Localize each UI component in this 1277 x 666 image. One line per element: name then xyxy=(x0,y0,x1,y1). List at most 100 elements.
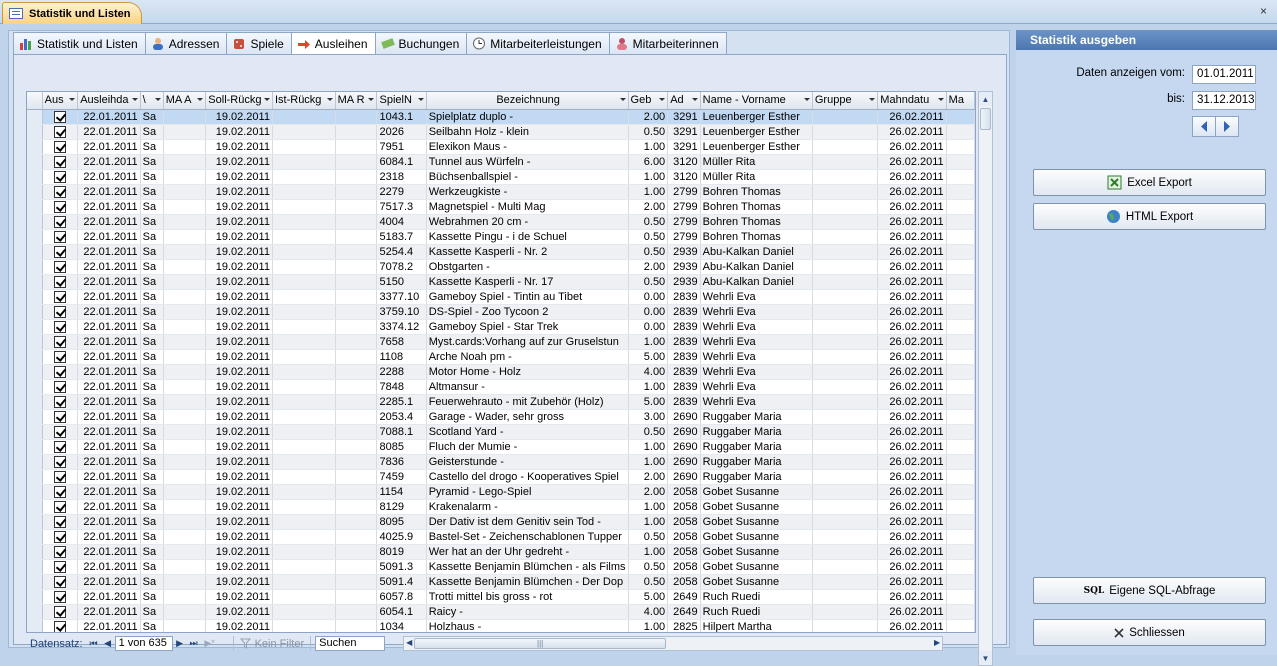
table-row[interactable]: 22.01.2011 Sa 19.02.2011 7951 Elexikon Maus … xyxy=(27,139,975,155)
checkbox[interactable] xyxy=(53,395,66,408)
scroll-up-icon[interactable]: ▲ xyxy=(979,92,992,106)
checkbox[interactable] xyxy=(53,620,66,632)
table-row[interactable]: 22.01.2011 Sa 19.02.2011 7078.2 Obstgarten -… xyxy=(27,259,975,275)
vertical-scrollbar[interactable]: ▲ ▼ xyxy=(978,91,993,666)
close-icon[interactable]: × xyxy=(1260,4,1267,18)
column-header[interactable]: Bezeichnung xyxy=(426,92,629,110)
row-selector[interactable] xyxy=(27,244,43,260)
row-selector[interactable] xyxy=(27,529,43,545)
document-tab[interactable]: Statistik und Listen xyxy=(2,2,142,24)
column-header[interactable]: Ausleihda xyxy=(77,92,141,110)
row-selector-header[interactable] xyxy=(27,92,43,110)
row-selector[interactable] xyxy=(27,619,43,632)
chevron-down-icon[interactable] xyxy=(154,98,161,101)
table-row[interactable]: 22.01.2011 Sa 19.02.2011 5150 Kassette Kaspe… xyxy=(27,274,975,290)
checkbox[interactable] xyxy=(53,560,66,573)
table-row[interactable]: 22.01.2011 Sa 19.02.2011 3374.12 Gameboy Spi… xyxy=(27,319,975,335)
table-row[interactable]: 22.01.2011 Sa 19.02.2011 8129 Krakenalarm -1… xyxy=(27,499,975,515)
checkbox[interactable] xyxy=(53,365,66,378)
column-header[interactable]: Soll-Rückg xyxy=(205,92,273,110)
row-selector[interactable] xyxy=(27,259,43,275)
row-selector[interactable] xyxy=(27,214,43,230)
filter-button[interactable]: Kein Filter xyxy=(232,636,312,651)
checkbox[interactable] xyxy=(53,440,66,453)
table-row[interactable]: 22.01.2011 Sa 19.02.2011 1154 Pyramid - Lego… xyxy=(27,484,975,500)
close-button[interactable]: Schliessen xyxy=(1033,619,1266,646)
table-row[interactable]: 22.01.2011 Sa 19.02.2011 2318 Büchsenballspi… xyxy=(27,169,975,185)
table-row[interactable]: 22.01.2011 Sa 19.02.2011 5254.4 Kassette Kas… xyxy=(27,244,975,260)
table-row[interactable]: 22.01.2011 Sa 19.02.2011 7459 Castello del d… xyxy=(27,469,975,485)
tab-mitarbeiterleistungen[interactable]: Mitarbeiterleistungen xyxy=(466,32,610,54)
row-selector[interactable] xyxy=(27,124,43,140)
scroll-right-icon[interactable]: ▶ xyxy=(934,638,940,647)
table-row[interactable]: 22.01.2011 Sa 19.02.2011 3759.10 DS-Spiel - … xyxy=(27,304,975,320)
row-selector[interactable] xyxy=(27,439,43,455)
row-selector[interactable] xyxy=(27,544,43,560)
table-row[interactable]: 22.01.2011 Sa 19.02.2011 7848 Altmansur -1.0… xyxy=(27,379,975,395)
prev-record-icon[interactable]: ◀ xyxy=(101,636,115,651)
chevron-down-icon[interactable] xyxy=(619,98,626,101)
checkbox[interactable] xyxy=(53,275,66,288)
checkbox[interactable] xyxy=(53,155,66,168)
column-header[interactable]: Ma xyxy=(946,92,975,110)
scroll-thumb[interactable] xyxy=(980,108,991,130)
column-header[interactable]: MA R xyxy=(335,92,378,110)
next-record-icon[interactable]: ▶ xyxy=(173,636,187,651)
table-row[interactable]: 22.01.2011 Sa 19.02.2011 2279 Werkzeugkiste … xyxy=(27,184,975,200)
checkbox[interactable] xyxy=(53,605,66,618)
row-selector[interactable] xyxy=(27,484,43,500)
from-date-input[interactable]: 01.01.2011 xyxy=(1192,65,1256,84)
checkbox[interactable] xyxy=(53,200,66,213)
row-selector[interactable] xyxy=(27,574,43,590)
excel-export-button[interactable]: Excel Export xyxy=(1033,169,1266,196)
tab-statistik[interactable]: Statistik und Listen xyxy=(13,32,146,54)
table-row[interactable]: 22.01.2011 Sa 19.02.2011 2288 Motor Home - H… xyxy=(27,364,975,380)
table-row[interactable]: 22.01.2011 Sa 19.02.2011 8095 Der Dativ ist … xyxy=(27,514,975,530)
row-selector[interactable] xyxy=(27,379,43,395)
checkbox[interactable] xyxy=(53,215,66,228)
table-row[interactable]: 22.01.2011 Sa 19.02.2011 3377.10 Gameboy Spi… xyxy=(27,289,975,305)
table-row[interactable]: 22.01.2011 Sa 19.02.2011 2285.1 Feuerwehraut… xyxy=(27,394,975,410)
checkbox[interactable] xyxy=(53,470,66,483)
tab-adressen[interactable]: Adressen xyxy=(144,32,228,54)
table-row[interactable]: 22.01.2011 Sa 19.02.2011 5091.3 Kassette Ben… xyxy=(27,559,975,575)
horizontal-scrollbar[interactable]: ◀ ||| ▶ xyxy=(403,636,944,651)
chevron-down-icon[interactable] xyxy=(131,98,138,101)
date-back-button[interactable] xyxy=(1192,116,1216,137)
row-selector[interactable] xyxy=(27,499,43,515)
checkbox[interactable] xyxy=(53,350,66,363)
tab-mitarbeiterinnen[interactable]: Mitarbeiterinnen xyxy=(608,32,727,54)
row-selector[interactable] xyxy=(27,589,43,605)
checkbox[interactable] xyxy=(53,455,66,468)
chevron-down-icon[interactable] xyxy=(803,98,810,101)
column-header[interactable]: Mahndatu xyxy=(877,92,947,110)
table-row[interactable]: 22.01.2011 Sa 19.02.2011 8085 Fluch der Mumi… xyxy=(27,439,975,455)
column-header[interactable]: Name - Vorname xyxy=(700,92,813,110)
chevron-down-icon[interactable] xyxy=(691,98,698,101)
checkbox[interactable] xyxy=(53,110,66,123)
table-row[interactable]: 22.01.2011 Sa 19.02.2011 1108 Arche Noah pm … xyxy=(27,349,975,365)
checkbox[interactable] xyxy=(53,230,66,243)
chevron-down-icon[interactable] xyxy=(937,98,944,101)
column-header[interactable]: Ad xyxy=(667,92,701,110)
row-selector[interactable] xyxy=(27,229,43,245)
row-selector[interactable] xyxy=(27,334,43,350)
checkbox[interactable] xyxy=(53,380,66,393)
checkbox[interactable] xyxy=(53,530,66,543)
table-row[interactable]: 22.01.2011 Sa 19.02.2011 2026 Seilbahn Holz … xyxy=(27,124,975,140)
row-selector[interactable] xyxy=(27,184,43,200)
table-row[interactable]: 22.01.2011 Sa 19.02.2011 4025.9 Bastel-Set -… xyxy=(27,529,975,545)
chevron-down-icon[interactable] xyxy=(69,98,76,101)
row-selector[interactable] xyxy=(27,154,43,170)
scroll-down-icon[interactable]: ▼ xyxy=(979,651,992,665)
table-row[interactable]: 22.01.2011 Sa 19.02.2011 1034 Holzhaus -1.00… xyxy=(27,619,975,632)
to-date-input[interactable]: 31.12.2013 xyxy=(1192,91,1256,110)
chevron-down-icon[interactable] xyxy=(326,98,333,101)
search-input[interactable]: Suchen xyxy=(315,636,386,651)
scroll-left-icon[interactable]: ◀ xyxy=(406,638,412,647)
checkbox[interactable] xyxy=(53,290,66,303)
checkbox[interactable] xyxy=(53,260,66,273)
checkbox[interactable] xyxy=(53,335,66,348)
row-selector[interactable] xyxy=(27,319,43,335)
last-record-icon[interactable]: ⏭ xyxy=(187,636,201,651)
